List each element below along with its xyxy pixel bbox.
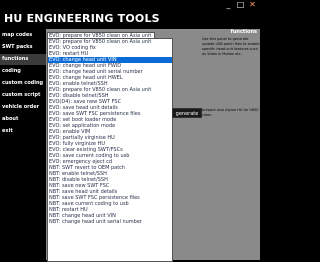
sidebar-item-vehicle-order[interactable]: vehicle order [0, 102, 46, 113]
sidebar-item-about[interactable]: about [0, 114, 46, 125]
sidebar-item-swt-packs[interactable]: SWT packs [0, 42, 46, 53]
function-note: prepare Asia Alpine HU for V850 clean [202, 108, 259, 117]
functions-heading: functions [230, 29, 257, 35]
sidebar-item-functions[interactable]: functions [0, 54, 46, 65]
generate-button[interactable]: generate [172, 108, 202, 118]
maximize-button[interactable]: □ [236, 0, 245, 9]
minimize-button[interactable]: _ [224, 0, 233, 9]
function-description: Use this panel to generate update USB pa… [202, 37, 260, 56]
window-controls: _ □ ✕ [224, 0, 260, 9]
app-title: HU ENGINEERING TOOLS [4, 12, 160, 25]
sidebar-item-exit[interactable]: exit [0, 126, 46, 137]
close-button[interactable]: ✕ [248, 0, 257, 9]
function-dropdown-list[interactable]: EVO: prepare for V850 clean on Asia unit… [47, 38, 173, 262]
dropdown-option[interactable]: NBT: change head unit serial number [48, 219, 172, 225]
sidebar-item-custom-script[interactable]: custom script [0, 90, 46, 101]
function-info-panel: functions Use this panel to generate upd… [202, 29, 260, 260]
sidebar: map codes SWT packs functions coding cus… [0, 29, 46, 260]
sidebar-item-map-codes[interactable]: map codes [0, 30, 46, 41]
sidebar-item-custom-coding[interactable]: custom coding [0, 78, 46, 89]
sidebar-item-coding[interactable]: coding [0, 66, 46, 77]
